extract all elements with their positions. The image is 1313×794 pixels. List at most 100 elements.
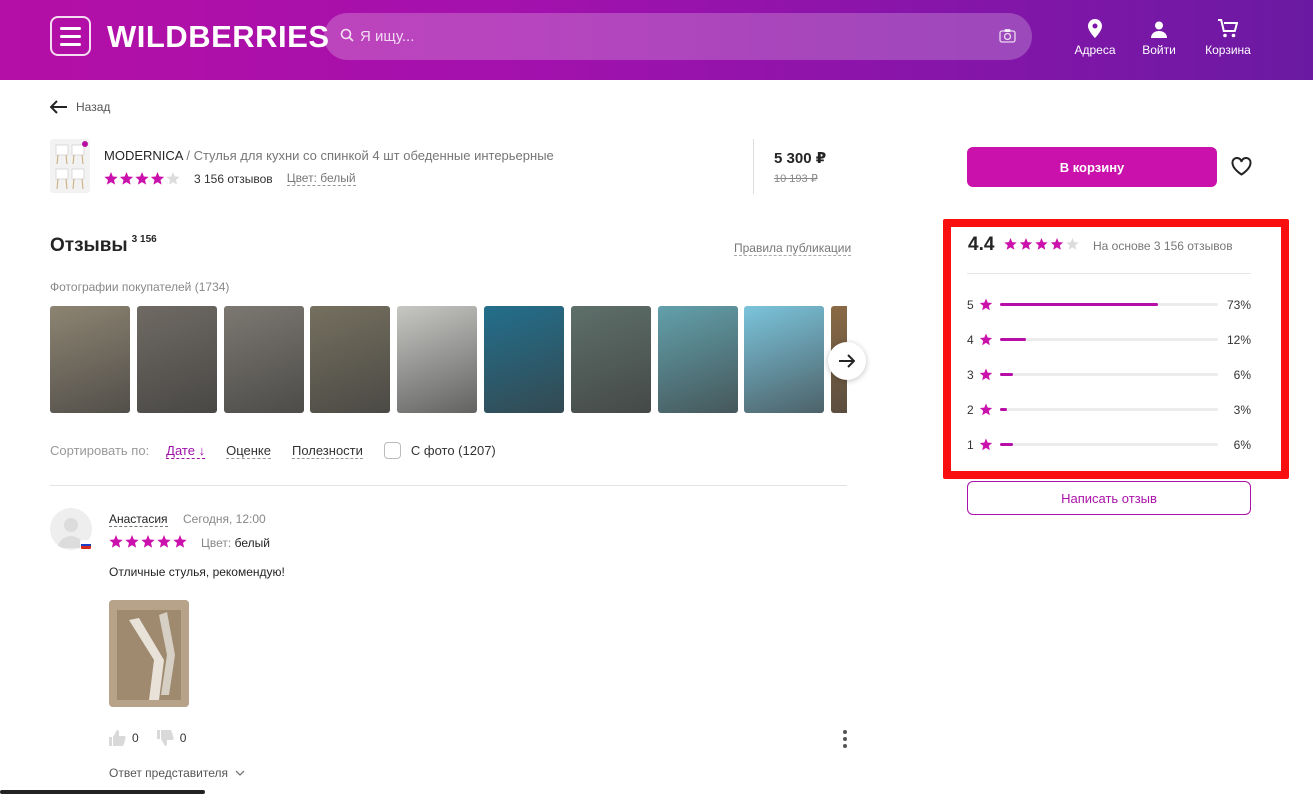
nav-label: Войти: [1142, 43, 1176, 57]
representative-reply-toggle[interactable]: Ответ представителя: [109, 766, 245, 780]
review-author[interactable]: Анастасия: [109, 512, 168, 527]
heart-icon[interactable]: [1231, 157, 1252, 176]
review-photo-image: [109, 600, 189, 707]
nav-cart[interactable]: Корзина: [1203, 14, 1253, 57]
review-date: Сегодня, 12:00: [183, 512, 266, 526]
sort-arrow-down-icon: ↓: [198, 442, 206, 458]
price: 5 300 ₽: [774, 150, 827, 167]
star-filled-icon: [1035, 238, 1048, 250]
publication-rules-link[interactable]: Правила публикации: [734, 241, 852, 256]
customer-photo-7[interactable]: [570, 306, 651, 413]
rating-average: 4.4: [968, 234, 995, 255]
rating-bar-track: [1000, 443, 1218, 446]
more-options-icon[interactable]: [843, 730, 847, 748]
arrow-right-icon: [839, 354, 855, 368]
reviews-count-sup: 3 156: [131, 234, 157, 245]
thumbs-up-icon[interactable]: [109, 730, 126, 746]
rating-bar-fill: [1000, 338, 1026, 341]
location-pin-icon: [1088, 19, 1102, 38]
product-color[interactable]: Цвет: белый: [286, 171, 356, 186]
rating-row-percent: 3%: [1233, 403, 1251, 417]
rating-bar-track: [1000, 338, 1218, 341]
camera-icon[interactable]: [999, 28, 1016, 43]
brand-name: MODERNICA: [104, 148, 183, 163]
sort-by-usefulness[interactable]: Полезности: [291, 443, 363, 459]
star-filled-icon: [104, 171, 118, 185]
star-filled-icon: [150, 171, 165, 185]
review-photo[interactable]: [109, 600, 189, 707]
review-rating-stars: [109, 535, 187, 548]
search-bar: [324, 13, 1032, 60]
rating-row-stars: 1: [967, 438, 974, 452]
rating-row-4: 4 12%: [967, 333, 1251, 347]
scroll-indicator: [0, 790, 205, 794]
cart-icon: [1218, 19, 1238, 38]
sort-label: Сортировать по:: [50, 443, 150, 458]
sort-by-date[interactable]: Дате ↓: [166, 442, 206, 459]
search-icon: [340, 28, 354, 42]
product-title[interactable]: MODERNICA / Стулья для кухни со спинкой …: [104, 148, 554, 163]
customer-photos-strip: [50, 306, 847, 413]
flag-ru-icon: [80, 540, 92, 550]
star-filled-icon: [109, 535, 123, 548]
reviews-heading: Отзывы 3 156: [50, 234, 157, 257]
rating-row-5: 5 73%: [967, 298, 1251, 312]
burger-line: [60, 26, 81, 30]
photos-next-button[interactable]: [828, 342, 866, 380]
customer-photo-5[interactable]: [397, 306, 478, 413]
star-icon: [979, 368, 993, 381]
rating-row-3: 3 6%: [967, 368, 1251, 382]
star-filled-icon: [125, 535, 139, 548]
customer-photos-label: Фотографии покупателей (1734): [50, 280, 230, 294]
star-filled-icon: [173, 535, 187, 548]
user-icon: [1151, 21, 1167, 38]
product-thumbnail[interactable]: [50, 139, 90, 193]
star-filled-icon: [1019, 238, 1033, 250]
header: WILDBERRIES Адреса Войти Корзина: [0, 0, 1313, 80]
add-to-cart-button[interactable]: В корзину: [967, 147, 1217, 187]
product-rating-stars: [104, 171, 180, 185]
sort-option-label: Дате: [166, 442, 195, 458]
search-input[interactable]: [360, 13, 960, 60]
dislikes-count: 0: [179, 731, 187, 745]
rating-bar-fill: [1000, 443, 1013, 446]
customer-photo-6[interactable]: [484, 306, 564, 413]
with-photo-label[interactable]: С фото (1207): [411, 443, 496, 458]
with-photo-checkbox[interactable]: [383, 442, 401, 459]
burger-line: [60, 34, 81, 38]
review-color-value: белый: [234, 536, 270, 550]
back-link[interactable]: Назад: [50, 100, 110, 114]
sort-by-rating[interactable]: Оценке: [226, 443, 271, 459]
star-filled-icon: [119, 171, 134, 185]
menu-button[interactable]: [50, 16, 91, 56]
product-name: / Стулья для кухни со спинкой 4 шт обеде…: [182, 148, 554, 163]
customer-photo-9[interactable]: [744, 306, 825, 413]
thumbs-down-icon[interactable]: [156, 730, 174, 746]
rating-row-1: 1 6%: [967, 438, 1251, 452]
nav-login[interactable]: Войти: [1141, 14, 1177, 57]
rating-row-percent: 12%: [1226, 333, 1251, 347]
customer-photo-4[interactable]: [310, 306, 391, 413]
customer-photo-3[interactable]: [223, 306, 304, 413]
nav-addresses[interactable]: Адреса: [1074, 14, 1116, 57]
star-empty-icon: [166, 171, 180, 185]
write-review-button[interactable]: Написать отзыв: [967, 481, 1251, 515]
star-filled-icon: [1004, 238, 1017, 250]
old-price: 10 193 ₽: [774, 173, 818, 185]
divider: [753, 139, 754, 194]
reply-label: Ответ представителя: [109, 766, 229, 780]
logo[interactable]: WILDBERRIES: [107, 19, 330, 55]
sort-bar: Сортировать по: Дате ↓ Оценке Полезности…: [50, 442, 496, 459]
review-color-label: Цвет:: [201, 536, 232, 550]
rating-bar-fill: [1000, 303, 1158, 306]
review-reactions: 0 0: [109, 730, 204, 746]
review-color: Цвет: белый: [201, 536, 270, 550]
rating-bar-track: [1000, 303, 1218, 306]
customer-photo-8[interactable]: [657, 306, 738, 413]
chairs-image: [55, 144, 85, 190]
chevron-down-icon: [235, 770, 245, 776]
nav-label: Адреса: [1074, 43, 1116, 57]
star-filled-icon: [157, 535, 171, 548]
customer-photo-1[interactable]: [50, 306, 130, 413]
customer-photo-2[interactable]: [136, 306, 217, 413]
